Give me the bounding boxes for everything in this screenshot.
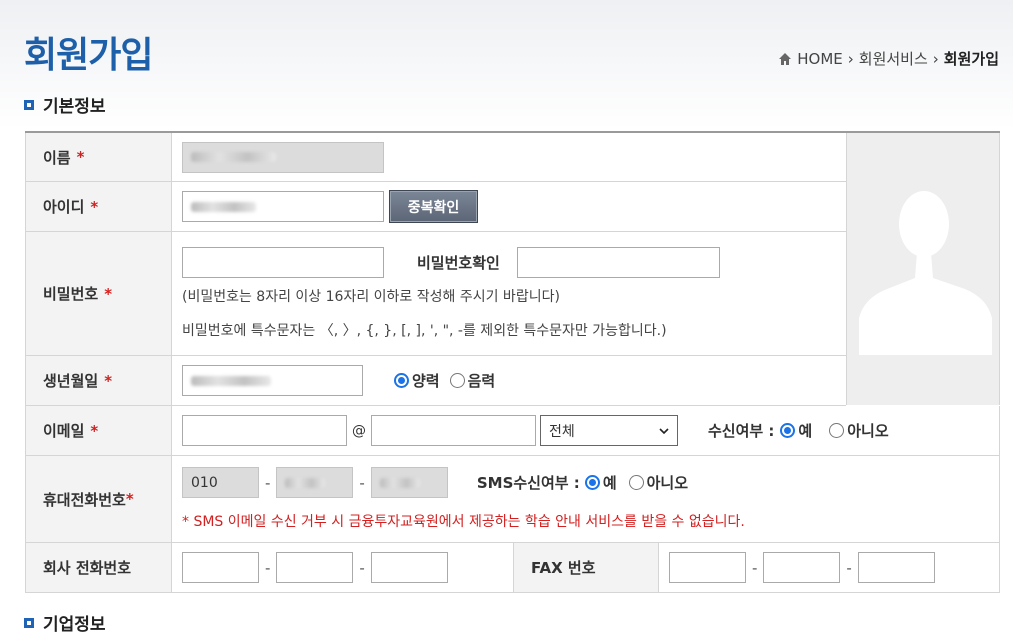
radio-unchecked-icon[interactable]: [449, 373, 465, 388]
section-company-info: 기업정보: [24, 610, 106, 633]
row-email: 이메일 * @ 전체 수신여부 : 예 아니오: [25, 406, 1000, 456]
userid-label: 아이디 *: [25, 182, 172, 231]
password-note-length: (비밀번호는 8자리 이상 16자리 이하로 작성해 주시기 바랍니다): [182, 289, 560, 305]
email-domain-select[interactable]: 전체: [540, 415, 678, 446]
row-birth: 생년월일 * 양력 음력: [25, 356, 846, 406]
mobile-label: 휴대전화번호 *: [25, 456, 172, 542]
email-receive-yes-radio[interactable]: 예: [780, 420, 812, 441]
email-id-field[interactable]: [182, 415, 347, 446]
fax-label: FAX 번호: [513, 543, 659, 592]
bullet-square-icon: [24, 617, 34, 628]
email-domain-field[interactable]: [371, 415, 536, 446]
breadcrumb-current: 회원가입: [943, 50, 999, 68]
signup-form-table: 이름 * 아이디 * 중복확인 비밀번호 * 비밀번호확인 (비밀번호는 8자리…: [25, 131, 1000, 593]
birth-label: 생년월일 *: [25, 356, 172, 405]
section-basic-info: 기본정보: [24, 92, 106, 117]
password-confirm-field[interactable]: [516, 247, 720, 278]
radio-checked-icon[interactable]: [394, 373, 409, 388]
mobile-last-field[interactable]: [370, 467, 448, 498]
sms-receive-label: SMS수신여부 :: [476, 474, 580, 492]
sms-receive-yes-radio[interactable]: 예: [584, 472, 617, 493]
row-userid: 아이디 * 중복확인: [25, 182, 846, 232]
password-field[interactable]: [182, 247, 384, 278]
userid-field[interactable]: [182, 191, 384, 222]
password-note-special: 비밀번호에 특수문자는 〈, 〉, {, }, [, ], ', ", -를 제…: [182, 323, 667, 339]
duplicate-check-button[interactable]: 중복확인: [389, 190, 478, 223]
company-phone-middle-field[interactable]: [276, 552, 354, 583]
row-mobile: 휴대전화번호 * 010 - - SMS수신여부 : 예 아니오 * SMS 이메…: [25, 456, 1000, 543]
person-silhouette-icon: [859, 191, 992, 355]
breadcrumb-service[interactable]: 회원서비스: [859, 48, 928, 69]
row-company-phone: 회사 전화번호 - - FAX 번호 - -: [25, 543, 1000, 593]
company-phone-label: 회사 전화번호: [25, 543, 172, 592]
birth-solar-radio[interactable]: 양력: [394, 370, 440, 391]
email-label: 이메일 *: [25, 406, 172, 455]
page-title: 회원가입: [24, 35, 153, 76]
radio-unchecked-icon[interactable]: [628, 475, 644, 490]
row-name: 이름 *: [25, 133, 846, 182]
mobile-middle-field[interactable]: [276, 467, 354, 498]
row-password: 비밀번호 * 비밀번호확인 (비밀번호는 8자리 이상 16자리 이하로 작성해 …: [25, 232, 846, 356]
bullet-square-icon: [24, 99, 34, 110]
birth-lunar-radio[interactable]: 음력: [449, 370, 495, 391]
radio-unchecked-icon[interactable]: [829, 423, 845, 438]
fax-area-field[interactable]: [669, 552, 746, 583]
password-confirm-label: 비밀번호확인: [417, 254, 500, 272]
email-receive-label: 수신여부 :: [708, 422, 775, 440]
mobile-prefix-field[interactable]: 010: [182, 467, 259, 498]
home-icon[interactable]: [778, 52, 792, 66]
chevron-right-icon: ›: [847, 49, 854, 68]
birth-field[interactable]: [182, 365, 363, 396]
sms-receive-no-radio[interactable]: 아니오: [628, 472, 688, 493]
radio-checked-icon[interactable]: [584, 475, 600, 490]
chevron-right-icon: ›: [932, 49, 939, 68]
section-title-company: 기업정보: [43, 615, 106, 633]
profile-photo-placeholder: [846, 133, 1000, 405]
fax-last-field[interactable]: [857, 552, 935, 583]
section-title-basic: 기본정보: [43, 97, 106, 117]
fax-middle-field[interactable]: [763, 552, 841, 583]
name-field[interactable]: [182, 141, 384, 173]
breadcrumb: HOME › 회원서비스 › 회원가입: [778, 48, 999, 69]
email-at-sign: @: [352, 422, 366, 439]
company-phone-area-field[interactable]: [182, 552, 259, 583]
name-label: 이름 *: [25, 133, 172, 181]
email-receive-no-radio[interactable]: 아니오: [829, 420, 889, 441]
sms-warning-text: * SMS 이메일 수신 거부 시 금융투자교육원에서 제공하는 학습 안내 서…: [182, 514, 745, 530]
radio-checked-icon[interactable]: [780, 423, 796, 438]
chevron-down-icon: [659, 427, 669, 434]
password-label: 비밀번호 *: [25, 232, 172, 355]
breadcrumb-home[interactable]: HOME: [797, 50, 843, 68]
company-phone-last-field[interactable]: [370, 552, 448, 583]
